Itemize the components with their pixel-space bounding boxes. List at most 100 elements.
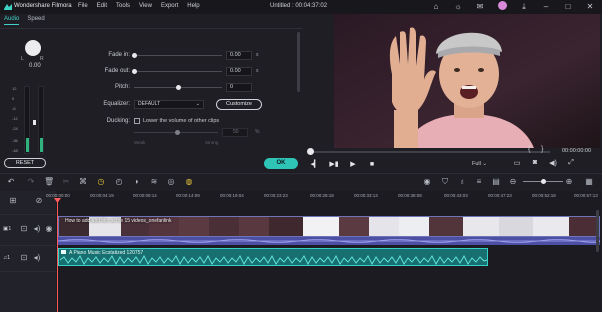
fullscreen-icon[interactable]: ⤢ [566, 159, 576, 167]
lightbulb-icon[interactable]: ☼ [452, 1, 464, 13]
audio-mixer-icon[interactable]: ≋ [149, 177, 159, 187]
home-icon[interactable]: ⌂ [430, 1, 442, 13]
marker-icon[interactable]: ⛉ [440, 177, 450, 187]
cut-icon[interactable]: ✂ [61, 177, 71, 187]
menu-file[interactable]: File [78, 3, 88, 9]
video-preview[interactable] [334, 14, 600, 148]
speed-icon[interactable]: ◷ [96, 177, 106, 187]
track-lock-icon[interactable]: ⊡ [19, 224, 29, 234]
render-icon[interactable]: ◉ [422, 177, 432, 187]
tab-speed[interactable]: Speed [27, 16, 44, 25]
track-mute-icon[interactable]: ◂) [32, 224, 42, 234]
maximize-icon[interactable]: □ [562, 1, 574, 13]
playback-controls: ◂▎ ▶▮ ▶ ■ [310, 160, 377, 169]
video-clip-label: How to add and film at the 15 videos_one… [65, 218, 172, 224]
fade-in-label: Fade in: [108, 52, 130, 58]
timeline-zoom-handle[interactable] [541, 179, 546, 184]
subtitle-icon[interactable]: ▤ [491, 177, 501, 187]
redo-icon[interactable]: ↷ [26, 177, 36, 187]
zoom-in-icon[interactable]: ⊕ [564, 177, 574, 187]
stop-icon[interactable]: ■ [367, 161, 377, 168]
voiceover-icon[interactable]: ≡ [474, 177, 484, 187]
audio-settings-panel: Audio Speed [0, 14, 302, 172]
ok-button[interactable]: OK [264, 158, 298, 169]
settings-icon[interactable]: ▦ [584, 177, 594, 187]
fade-out-input[interactable]: 0.00 [226, 67, 252, 76]
balance-knob[interactable] [25, 40, 41, 56]
green-screen-icon[interactable]: ◎ [166, 177, 176, 187]
volume-fader-handle[interactable] [33, 120, 36, 125]
reset-button[interactable]: RESET [4, 158, 46, 168]
link-icon[interactable]: ⊘ [34, 196, 44, 206]
equalizer-label: Equalizer: [103, 101, 130, 107]
snapshot-camera-icon[interactable]: ◙ [530, 159, 540, 167]
track-visibility-icon[interactable]: ◉ [44, 224, 54, 234]
playback-quality-select[interactable]: Full ⌄ [472, 161, 487, 167]
message-icon[interactable]: ✉ [474, 1, 486, 13]
close-icon[interactable]: ✕ [584, 1, 596, 13]
fade-out-slider[interactable] [134, 71, 222, 72]
monitor-icon[interactable]: ▭ [512, 159, 522, 167]
undo-icon[interactable]: ↶ [6, 177, 16, 187]
play-pause-icon[interactable]: ▶▮ [329, 160, 339, 168]
customize-button[interactable]: Customize [216, 99, 262, 110]
motion-tracking-icon[interactable]: ◍ [184, 177, 194, 187]
timeline-scrollbar[interactable] [596, 210, 599, 252]
panel-tabs: Audio Speed [4, 16, 45, 25]
menu-tools[interactable]: Tools [116, 3, 130, 9]
equalizer-select[interactable]: DEFAULT ⌄ [134, 100, 204, 109]
clip-thumbnail [269, 217, 303, 236]
tag-icon[interactable]: ⌘ [78, 177, 88, 187]
zoom-out-icon[interactable]: ⊖ [508, 177, 518, 187]
menu-view[interactable]: View [139, 3, 152, 9]
video-frame-image [334, 14, 600, 148]
ruler-label: 00:00:23:23 [264, 193, 288, 198]
account-avatar-icon[interactable] [496, 1, 508, 13]
right-volume-meter [38, 86, 44, 154]
delete-icon[interactable]: 🗑 [44, 177, 54, 187]
volume-icon[interactable]: ◀) [548, 159, 558, 167]
play-icon[interactable]: ▶ [348, 160, 358, 168]
menu-edit[interactable]: Edit [97, 3, 107, 9]
duration-icon[interactable]: ◴ [114, 177, 124, 187]
fade-in-input[interactable]: 0.00 [226, 51, 252, 60]
music-clip[interactable]: A Piano Music Ecstatized 120757 [58, 248, 488, 266]
color-icon[interactable]: ◑ [131, 177, 141, 187]
previous-frame-icon[interactable]: ◂▎ [310, 160, 320, 168]
pitch-handle[interactable] [176, 85, 181, 90]
meter-scale-label: -24 [12, 126, 18, 131]
menu-help[interactable]: Help [187, 3, 199, 9]
pitch-label: Pitch: [114, 84, 130, 90]
tab-audio[interactable]: Audio [4, 16, 20, 25]
playback-quality-value: Full [472, 161, 481, 167]
pitch-input[interactable]: 0 [226, 83, 252, 92]
panel-scrollbar[interactable] [297, 32, 300, 92]
mark-out-button[interactable]: } [541, 146, 543, 153]
add-track-icon[interactable]: ⊞ [8, 196, 18, 206]
meter-scale-label: 0 [12, 96, 15, 101]
download-icon[interactable]: ⤓ [518, 1, 530, 13]
music-track-mute-icon[interactable]: ◂) [32, 253, 42, 263]
minimize-icon[interactable]: – [540, 1, 552, 13]
preview-progress-bar[interactable] [310, 151, 550, 153]
fade-out-handle[interactable] [132, 69, 137, 74]
preview-progress-handle[interactable] [307, 148, 314, 155]
video-clip-audio[interactable] [57, 237, 601, 245]
fade-in-handle[interactable] [132, 53, 137, 58]
fade-in-slider[interactable] [134, 55, 222, 56]
ducking-checkbox[interactable] [134, 118, 140, 124]
preview-panel [302, 14, 602, 172]
ducking-unit: % [255, 129, 260, 135]
volume-meter-scale: 12 0 -6 -12 -24 -36 -48 [12, 86, 22, 156]
menu-export[interactable]: Export [161, 3, 178, 9]
ducking-weak-label: Weak [134, 140, 146, 145]
music-track-lock-icon[interactable]: ⊡ [19, 253, 29, 263]
clip-thumbnail [339, 217, 369, 236]
clip-thumbnail [399, 217, 429, 236]
mark-in-button[interactable]: { [528, 146, 530, 153]
video-clip[interactable]: How to add and film at the 15 videos_one… [58, 216, 600, 237]
microphone-icon[interactable]: ♁ [457, 177, 467, 187]
ruler-label: 00:00:57:13 [574, 193, 598, 198]
playhead[interactable] [57, 200, 58, 312]
balance-left-label: L [21, 56, 24, 62]
